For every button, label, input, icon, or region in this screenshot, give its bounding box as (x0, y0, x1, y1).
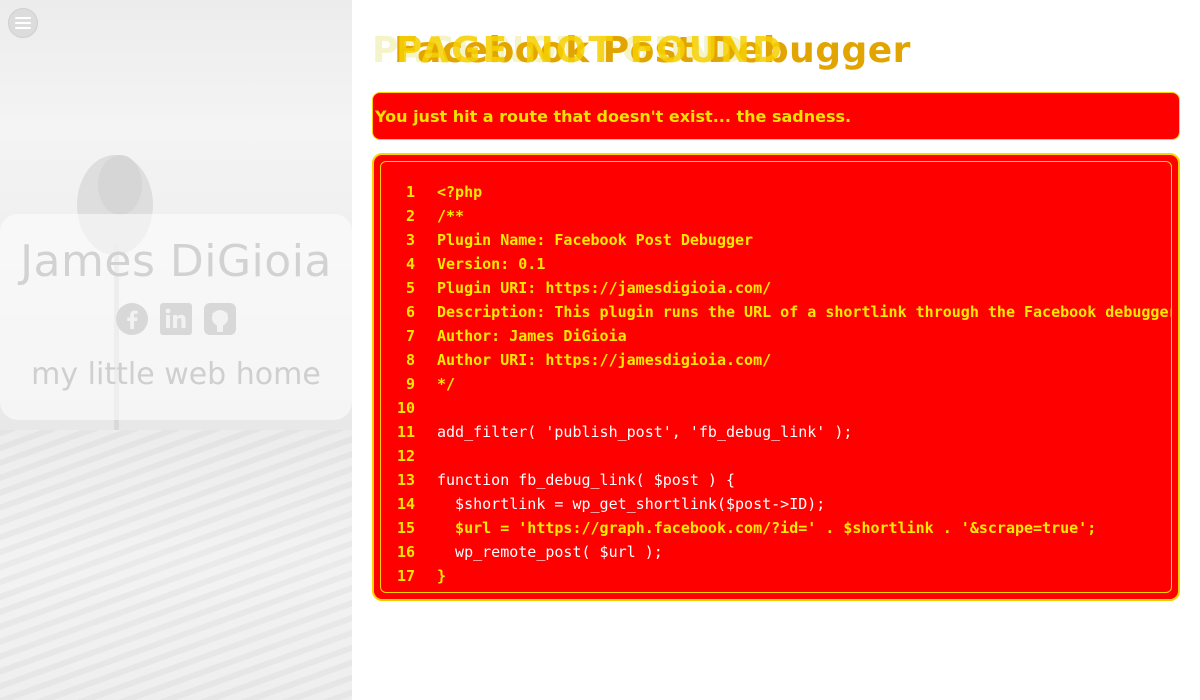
github-icon (204, 303, 236, 335)
code-line: 16 wp_remote_post( $url ); (381, 540, 1171, 564)
code-line-text: $shortlink = wp_get_shortlink($post->ID)… (437, 495, 826, 513)
main-content: PAGE NOT FOUND Facebook Post Debugger PA… (372, 0, 1180, 700)
code-line: 6 Description: This plugin runs the URL o… (381, 300, 1171, 324)
social-links (114, 301, 238, 337)
error-alert-text: You just hit a route that doesn't exist.… (375, 106, 852, 126)
code-line: 17} (381, 564, 1171, 588)
code-line-number: 1 (405, 183, 415, 201)
code-line-text: Plugin URI: https://jamesdigioia.com/ (437, 279, 772, 297)
code-line-text: Author: James DiGioia (437, 327, 627, 345)
code-line-number: 11 (396, 423, 415, 441)
code-line-number: 3 (405, 231, 415, 249)
code-line-number: 15 (396, 519, 415, 537)
code-line: 9 */ (381, 372, 1171, 396)
page-title-overlay: PAGE NOT FOUND (396, 30, 784, 71)
facebook-link[interactable] (114, 301, 150, 337)
code-line: 15 $url = 'https://graph.facebook.com/?i… (381, 516, 1171, 540)
code-line: 12 (381, 444, 1171, 468)
code-line: 5 Plugin URI: https://jamesdigioia.com/ (381, 276, 1171, 300)
code-line-text: */ (437, 375, 456, 393)
code-line-text: Author URI: https://jamesdigioia.com/ (437, 351, 772, 369)
github-link[interactable] (202, 301, 238, 337)
linkedin-icon (160, 303, 192, 335)
code-line-text: function fb_debug_link( $post ) { (437, 471, 736, 489)
facebook-icon (116, 303, 148, 335)
code-line-number: 6 (405, 303, 415, 321)
code-line-number: 14 (396, 495, 415, 513)
code-line-text: add_filter( 'publish_post', 'fb_debug_li… (437, 423, 853, 441)
code-line-number: 13 (396, 471, 415, 489)
code-line-number: 12 (396, 447, 415, 465)
code-line: 11 add_filter( 'publish_post', 'fb_debug_… (381, 420, 1171, 444)
code-line-text: Version: 0.1 (437, 255, 546, 273)
page-title-area: PAGE NOT FOUND Facebook Post Debugger PA… (372, 0, 1180, 90)
background-field-image (0, 430, 352, 700)
code-line-text: $url = 'https://graph.facebook.com/?id='… (437, 519, 1097, 537)
menu-button[interactable] (8, 8, 38, 38)
code-block-inner: 1 <?php 2 /** 3 Plugin Name: Facebook Post De… (380, 161, 1172, 593)
code-line-text: /** (437, 207, 465, 225)
code-line-number: 5 (405, 279, 415, 297)
code-line: 10 (381, 396, 1171, 420)
profile-card: James DiGioia my little web home (0, 214, 352, 420)
code-line-text: Description: This plugin runs the URL of… (437, 303, 1172, 321)
error-alert: You just hit a route that doesn't exist.… (372, 92, 1180, 140)
code-line-number: 17 (396, 567, 415, 585)
code-line: 4 Version: 0.1 (381, 252, 1171, 276)
code-line: 2 /** (381, 204, 1171, 228)
code-line-number: 7 (405, 327, 415, 345)
code-line-text: Plugin Name: Facebook Post Debugger (437, 231, 754, 249)
code-line-number: 9 (405, 375, 415, 393)
code-line: 14 $shortlink = wp_get_shortlink($post->… (381, 492, 1171, 516)
code-line-number: 2 (405, 207, 415, 225)
code-line: 8 Author URI: https://jamesdigioia.com/ (381, 348, 1171, 372)
code-line-number: 8 (405, 351, 415, 369)
code-line-number: 10 (396, 399, 415, 417)
code-line-number: 4 (405, 255, 415, 273)
profile-name: James DiGioia (20, 236, 332, 287)
code-line: 1 <?php (381, 180, 1171, 204)
code-line: 13 function fb_debug_link( $post ) { (381, 468, 1171, 492)
code-line-text: wp_remote_post( $url ); (437, 543, 663, 561)
code-line-text: } (437, 567, 447, 585)
code-line-text: <?php (437, 183, 483, 201)
code-line: 7 Author: James DiGioia (381, 324, 1171, 348)
code-line-number: 16 (396, 543, 415, 561)
linkedin-link[interactable] (158, 301, 194, 337)
profile-tagline: my little web home (31, 357, 321, 392)
code-line: 3 Plugin Name: Facebook Post Debugger (381, 228, 1171, 252)
code-block: 1 <?php 2 /** 3 Plugin Name: Facebook Post De… (372, 153, 1180, 601)
hamburger-menu-icon (15, 17, 31, 29)
sidebar: James DiGioia my little web home (0, 0, 352, 700)
